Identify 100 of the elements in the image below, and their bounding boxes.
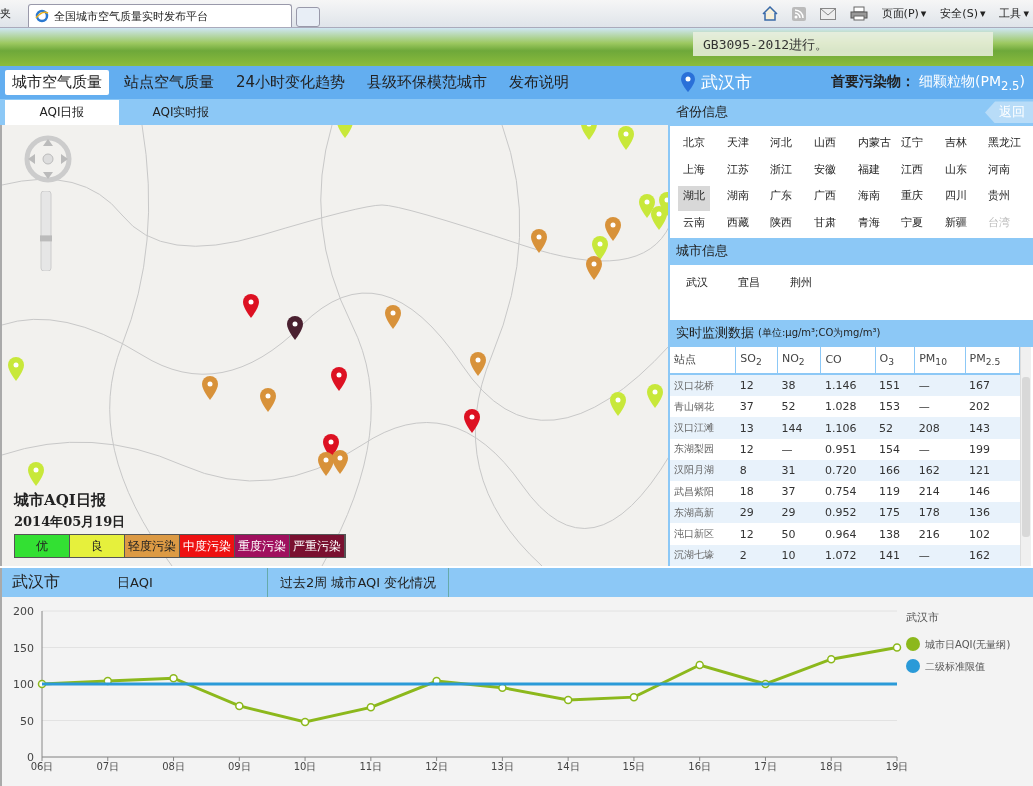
- table-cell: 1.072: [820, 544, 875, 566]
- x-tick-label: 11日: [359, 761, 383, 772]
- current-city: 武汉市: [701, 70, 752, 94]
- table-cell: 38: [777, 373, 821, 397]
- table-cell: 18: [735, 481, 778, 503]
- table-cell: 青山钢花: [670, 396, 736, 418]
- y-tick-label: 50: [20, 714, 34, 728]
- table-cell: 153: [875, 396, 915, 418]
- x-tick-label: 17日: [754, 761, 777, 772]
- legend-title: 武汉市: [906, 611, 939, 624]
- table-cell: 37: [777, 481, 821, 503]
- table-cell: 162: [965, 544, 1020, 566]
- table-cell: 202: [965, 396, 1020, 418]
- table-cell: 199: [965, 438, 1020, 460]
- table-cell: 29: [777, 502, 821, 524]
- table-cell: 162: [914, 459, 966, 482]
- table-cell: 136: [965, 502, 1020, 524]
- table-cell: 208: [914, 417, 966, 439]
- table-cell: 13: [735, 417, 778, 439]
- x-tick-label: 06日: [30, 761, 54, 772]
- y-tick-label: 200: [13, 605, 34, 618]
- table-cell: 216: [914, 523, 966, 545]
- table-cell: 1.028: [820, 396, 875, 418]
- y-tick-label: 0: [27, 751, 34, 764]
- table-cell: 154: [875, 438, 915, 460]
- table-cell: 175: [875, 502, 915, 524]
- table-cell: 10: [777, 544, 821, 566]
- table-cell: 143: [965, 417, 1020, 439]
- column-header: O$_{3}$: [875, 346, 915, 374]
- section-title: 实时监测数据: [676, 324, 754, 343]
- x-tick-label: 13日: [491, 761, 514, 772]
- pollutant-value: 细颗粒物(PM$_{2.5}$): [919, 72, 1025, 93]
- chart-metric: 日AQI: [117, 573, 154, 592]
- map-date: 2014年05月19日: [14, 512, 126, 531]
- table-cell: 0.720: [820, 459, 875, 482]
- table-cell: 8: [735, 459, 778, 482]
- table-cell: 12: [735, 523, 778, 545]
- table-cell: 121: [965, 459, 1020, 482]
- legend-label: 城市日AQI(无量纲): [925, 639, 1011, 650]
- table-cell: —: [914, 438, 966, 460]
- table-cell: 50: [777, 523, 821, 545]
- aqi-level-legend: 良: [70, 534, 125, 557]
- section-title: 城市信息: [676, 242, 728, 261]
- table-cell: 武昌紫阳: [670, 481, 736, 503]
- x-tick-label: 15日: [622, 761, 646, 772]
- table-cell: 12: [735, 438, 778, 460]
- pollutant-label: 首要污染物：: [831, 73, 915, 92]
- unit-note: (单位:μg/m³;CO为mg/m³): [758, 326, 881, 341]
- table-cell: 沌口新区: [670, 523, 736, 545]
- aqi-level-legend: 重度污染: [235, 534, 290, 557]
- y-tick-label: 100: [13, 678, 34, 691]
- map-title: 城市AQI日报: [14, 490, 106, 510]
- table-cell: —: [777, 438, 821, 460]
- x-tick-label: 10日: [293, 761, 317, 772]
- notice-text: GB3095-2012进行。: [693, 32, 993, 56]
- table-cell: 178: [914, 502, 966, 524]
- table-cell: 0.754: [820, 481, 875, 503]
- table-cell: 146: [965, 481, 1020, 503]
- toolbar-label: 夹: [0, 6, 12, 21]
- table-cell: 138: [875, 523, 915, 545]
- table-cell: 0.951: [820, 438, 875, 460]
- column-header: NO$_{2}$: [777, 346, 821, 374]
- table-cell: —: [914, 544, 966, 566]
- column-header: 站点: [670, 346, 736, 374]
- table-cell: 37: [735, 396, 778, 418]
- table-cell: 汉阳月湖: [670, 459, 736, 482]
- table-cell: 166: [875, 459, 915, 482]
- legend-label: 二级标准限值: [925, 661, 985, 672]
- table-cell: 144: [777, 417, 821, 439]
- y-tick-label: 150: [13, 641, 34, 655]
- table-cell: 东湖高新: [670, 502, 736, 524]
- column-header: CO: [820, 346, 875, 374]
- table-cell: 0.952: [820, 502, 875, 524]
- table-cell: 东湖梨园: [670, 438, 736, 460]
- x-tick-label: 09日: [227, 761, 251, 772]
- aqi-level-legend: 轻度污染: [125, 534, 180, 557]
- aqi-level-legend: 优: [15, 534, 70, 557]
- table-cell: 1.106: [820, 417, 875, 439]
- column-header: PM$_{10}$: [914, 346, 966, 374]
- x-tick-label: 16日: [688, 761, 712, 772]
- table-cell: 151: [875, 373, 915, 397]
- table-cell: 2: [735, 544, 778, 566]
- table-cell: —: [914, 396, 966, 418]
- table-cell: 汉口花桥: [670, 373, 736, 397]
- table-cell: 119: [875, 481, 915, 503]
- x-tick-label: 18日: [819, 761, 843, 772]
- x-tick-label: 14日: [556, 761, 580, 772]
- x-tick-label: 19日: [885, 761, 909, 772]
- table-cell: 52: [777, 396, 821, 418]
- table-cell: 167: [965, 373, 1020, 397]
- x-tick-label: 12日: [425, 761, 448, 772]
- table-cell: 214: [914, 481, 966, 503]
- column-header: SO$_{2}$: [735, 346, 778, 374]
- table-cell: 141: [875, 544, 915, 566]
- table-cell: 31: [777, 459, 821, 482]
- x-tick-label: 08日: [162, 761, 185, 772]
- aqi-level-legend: 严重污染: [290, 534, 345, 557]
- table-cell: 52: [875, 417, 915, 439]
- chart-city: 武汉市: [11, 572, 61, 593]
- aqi-level-legend: 中度污染: [180, 534, 235, 557]
